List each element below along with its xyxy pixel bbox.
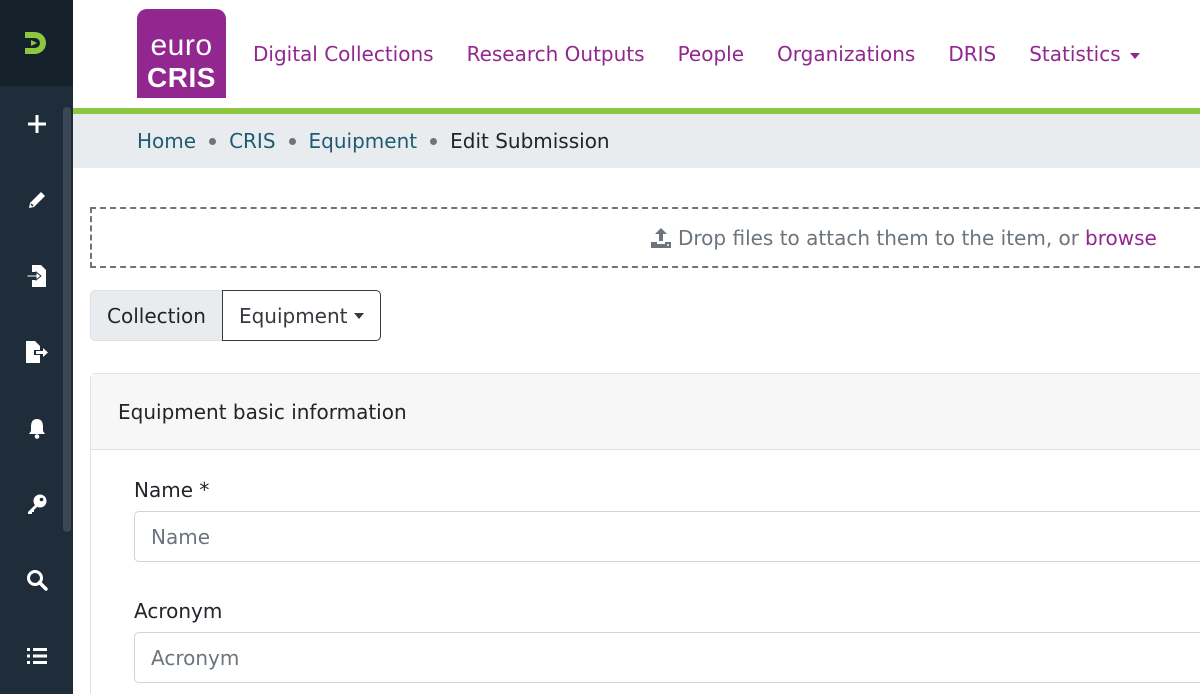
key-icon (27, 494, 46, 514)
logo-line-1: euro (150, 29, 213, 62)
breadcrumb-separator (209, 137, 217, 145)
sidebar-item-edit[interactable] (0, 162, 73, 238)
site-header: euro CRIS Digital Collections Research O… (73, 0, 1200, 108)
list-icon (26, 648, 47, 664)
sidebar-item-import[interactable] (0, 238, 73, 314)
nav-organizations[interactable]: Organizations (777, 42, 915, 66)
nav-statistics[interactable]: Statistics (1029, 42, 1140, 66)
browse-link[interactable]: browse (1085, 226, 1157, 250)
nav-research-outputs[interactable]: Research Outputs (467, 42, 645, 66)
acronym-input[interactable] (134, 632, 1200, 683)
sidebar-item-export[interactable] (0, 314, 73, 390)
section-header[interactable]: Equipment basic information (91, 374, 1200, 450)
upload-icon (651, 227, 671, 248)
collection-selector: Collection Equipment (90, 290, 381, 341)
add-icon (27, 115, 46, 133)
breadcrumb-home[interactable]: Home (137, 129, 196, 153)
main-nav: Digital Collections Research Outputs Peo… (253, 40, 1173, 68)
logo-line-2: CRIS (147, 62, 216, 93)
section-equipment-basic: Equipment basic information Name * Acron… (90, 373, 1200, 694)
nav-dris[interactable]: DRIS (948, 42, 996, 66)
collection-dropdown[interactable]: Equipment (221, 290, 381, 341)
eurocris-logo[interactable]: euro CRIS (137, 9, 226, 98)
caret-down-icon (1129, 52, 1140, 59)
import-icon (26, 265, 46, 287)
name-field-label: Name * (134, 478, 210, 502)
nav-statistics-label: Statistics (1029, 42, 1121, 66)
breadcrumb-separator (430, 137, 438, 145)
export-icon (25, 341, 48, 363)
file-dropzone[interactable]: Drop files to attach them to the item, o… (90, 207, 1200, 268)
collection-selected: Equipment (238, 303, 348, 328)
dropzone-text: Drop files to attach them to the item, o… (678, 225, 1080, 250)
breadcrumb-separator (288, 137, 296, 145)
sidebar-item-access-control[interactable] (0, 466, 73, 542)
sidebar-item-search[interactable] (0, 542, 73, 618)
section-title: Equipment basic information (118, 399, 407, 424)
breadcrumb-equipment[interactable]: Equipment (309, 129, 418, 153)
search-icon (26, 570, 48, 591)
nav-people[interactable]: People (678, 42, 744, 66)
name-input[interactable] (134, 511, 1200, 562)
caret-down-icon (353, 312, 364, 319)
admin-sidebar (0, 0, 73, 694)
dspace-logo[interactable] (0, 0, 73, 86)
sidebar-item-new[interactable] (0, 86, 73, 162)
sidebar-item-registries[interactable] (0, 618, 73, 694)
breadcrumb: Home CRIS Equipment Edit Submission (73, 114, 1200, 168)
pencil-icon (28, 192, 45, 208)
collection-label: Collection (90, 290, 222, 341)
breadcrumb-cris[interactable]: CRIS (229, 129, 275, 153)
nav-digital-collections[interactable]: Digital Collections (253, 42, 434, 66)
dspace-logo-icon (24, 32, 46, 54)
sidebar-item-notifications[interactable] (0, 390, 73, 466)
breadcrumb-current: Edit Submission (450, 129, 610, 153)
bell-icon (28, 419, 45, 439)
acronym-field-label: Acronym (134, 599, 223, 623)
